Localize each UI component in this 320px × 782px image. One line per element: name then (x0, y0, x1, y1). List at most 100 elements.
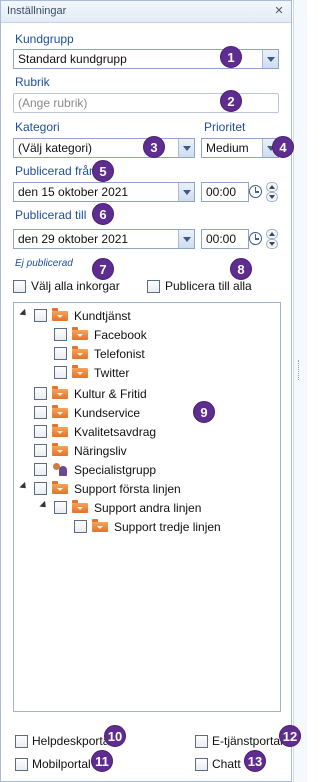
publicerad-till-time[interactable]: 00:00 (201, 229, 249, 249)
panel-titlebar: Inställningar ✕ (1, 1, 291, 23)
tree-checkbox[interactable] (34, 482, 47, 495)
publicerad-fran-time-value: 00:00 (206, 185, 237, 199)
select-all-inboxes-label: Välj alla inkorgar (31, 279, 120, 293)
publish-to-all-label: Publicera till alla (165, 279, 252, 293)
kategori-select[interactable]: (Välj kategori) (13, 138, 195, 158)
expand-arrow-icon[interactable] (40, 503, 48, 511)
prioritet-label: Prioritet (204, 120, 246, 134)
tree-node[interactable]: Näringsliv (20, 442, 270, 460)
panel-splitter[interactable] (293, 0, 307, 782)
annotation-badge: 7 (92, 258, 114, 280)
tree-node[interactable]: Specialistgrupp (20, 461, 270, 479)
pin-icon[interactable]: ✕ (273, 4, 285, 18)
etjanstportal-checkbox[interactable] (195, 735, 208, 748)
tree-node-label: Kvalitetsavdrag (74, 425, 157, 439)
tree-node-label: Support första linjen (74, 482, 181, 496)
tree-checkbox[interactable] (34, 444, 47, 457)
tree-checkbox[interactable] (34, 387, 47, 400)
tree-checkbox[interactable] (34, 309, 47, 322)
time-spinner[interactable] (266, 229, 278, 249)
expand-arrow-icon[interactable] (20, 484, 28, 492)
tree-checkbox[interactable] (54, 366, 67, 379)
publicerad-fran-time[interactable]: 00:00 (201, 182, 249, 202)
expand-arrow-icon[interactable] (20, 311, 28, 319)
clock-icon[interactable] (249, 232, 262, 245)
time-spinner[interactable] (266, 182, 278, 202)
tree-node[interactable]: Kvalitetsavdrag (20, 423, 270, 441)
annotation-badge: 8 (230, 258, 252, 280)
chevron-down-icon[interactable] (178, 230, 194, 248)
folder-icon (52, 386, 68, 399)
publicerad-fran-date[interactable]: den 15 oktober 2021 (13, 182, 195, 202)
tree-checkbox[interactable] (34, 463, 47, 476)
rubrik-label: Rubrik (15, 75, 50, 89)
chatt-label: Chatt (212, 757, 241, 771)
folder-icon (72, 327, 88, 340)
tree-node[interactable]: Support tredje linjen (60, 518, 270, 536)
spin-up-icon[interactable] (266, 229, 278, 239)
etjanstportal-label: E-tjänstportal (212, 734, 283, 748)
chevron-down-icon[interactable] (178, 183, 194, 201)
spin-down-icon[interactable] (266, 192, 278, 202)
helpdeskportal-checkbox[interactable] (15, 735, 28, 748)
tree-node[interactable]: Kultur & Fritid (20, 385, 270, 403)
kategori-value: (Välj kategori) (18, 141, 93, 155)
kundgrupp-label: Kundgrupp (15, 32, 74, 46)
prioritet-select[interactable]: Medium (201, 138, 279, 158)
clock-icon[interactable] (249, 185, 262, 198)
annotation-badge: 6 (92, 203, 114, 225)
folder-icon (72, 500, 88, 513)
mobilportal-checkbox[interactable] (15, 758, 28, 771)
chevron-down-icon[interactable] (178, 139, 194, 157)
spin-down-icon[interactable] (266, 239, 278, 249)
prioritet-value: Medium (206, 141, 249, 155)
tree-node[interactable]: Twitter (20, 364, 270, 382)
publicerad-till-label: Publicerad till (15, 208, 87, 222)
tree-node-label: Specialistgrupp (74, 463, 157, 477)
folder-icon (72, 365, 88, 378)
chevron-down-icon[interactable] (262, 50, 278, 68)
folder-icon (52, 443, 68, 456)
panel-title: Inställningar (7, 5, 67, 17)
publicerad-fran-date-value: den 15 oktober 2021 (18, 185, 129, 199)
publish-to-all-checkbox[interactable] (147, 280, 160, 293)
tree-node[interactable]: Support första linjen (20, 480, 270, 498)
tree-node-label: Support andra linjen (94, 501, 202, 515)
chatt-checkbox[interactable] (195, 758, 208, 771)
publish-status: Ej publicerad (15, 258, 73, 269)
tree-checkbox[interactable] (34, 425, 47, 438)
publicerad-fran-label: Publicerad från (15, 164, 96, 178)
tree-node-label: Support tredje linjen (114, 520, 221, 534)
folder-icon (92, 519, 108, 532)
tree-checkbox[interactable] (54, 501, 67, 514)
publicerad-till-date[interactable]: den 29 oktober 2021 (13, 229, 195, 249)
annotation-badge: 9 (193, 401, 215, 423)
tree-node-label: Facebook (94, 328, 147, 342)
mobilportal-label: Mobilportal (32, 757, 91, 771)
tree-node-label: Näringsliv (74, 444, 127, 458)
folder-icon (52, 308, 68, 321)
tree-checkbox[interactable] (34, 406, 47, 419)
tree-checkbox[interactable] (74, 520, 87, 533)
tree-node[interactable]: Telefonist (20, 345, 270, 363)
annotation-badge: 4 (272, 136, 294, 158)
tree-node[interactable]: Support andra linjen (40, 499, 270, 517)
tree-checkbox[interactable] (54, 347, 67, 360)
tree-node-label: Kundservice (74, 406, 141, 420)
tree-node[interactable]: Kundservice (20, 404, 270, 422)
select-all-inboxes-checkbox[interactable] (13, 280, 26, 293)
tree-node-label: Kultur & Fritid (74, 387, 147, 401)
spin-up-icon[interactable] (266, 182, 278, 192)
tree-checkbox[interactable] (54, 328, 67, 341)
group-icon (52, 462, 68, 478)
folder-icon (52, 405, 68, 418)
tree-node-label: Twitter (94, 366, 130, 380)
splitter-grip-icon[interactable] (298, 360, 302, 380)
tree-node[interactable]: Kundtjänst (20, 307, 270, 325)
settings-panel: Inställningar ✕ Kundgrupp Standard kundg… (0, 0, 292, 782)
tree-node[interactable]: Facebook (20, 326, 270, 344)
annotation-badge: 3 (143, 136, 165, 158)
inbox-tree[interactable]: Kundtjänst Facebook Telefonist Twitter K… (13, 302, 281, 712)
annotation-badge: 11 (91, 750, 113, 772)
publicerad-till-time-value: 00:00 (206, 232, 237, 246)
